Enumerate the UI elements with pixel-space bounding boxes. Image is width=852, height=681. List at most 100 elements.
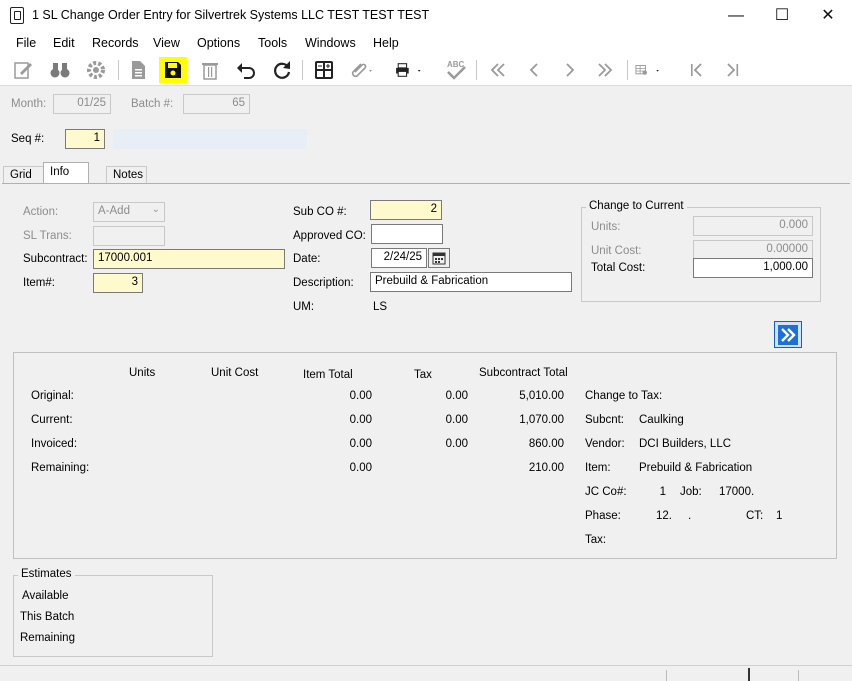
tab-info[interactable]: Info	[43, 162, 89, 184]
tax-header: Tax	[414, 369, 432, 381]
menu-options[interactable]: Options	[197, 36, 240, 50]
edit-icon[interactable]	[9, 57, 37, 83]
vendor-value: DCI Builders, LLC	[639, 438, 732, 450]
month-field[interactable]: 01/25	[53, 94, 111, 114]
expand-button[interactable]	[774, 321, 802, 348]
invoiced-item-total: 0.00	[349, 438, 372, 450]
item-label: Item#:	[23, 277, 55, 289]
total-cost-field[interactable]: 1,000.00	[693, 258, 813, 278]
svg-text:ABC: ABC	[447, 60, 465, 69]
menu-file[interactable]: File	[16, 36, 36, 50]
date-label: Date:	[293, 253, 321, 265]
seq-label: Seq #:	[11, 133, 45, 145]
next-record-icon[interactable]	[556, 57, 584, 83]
description-field[interactable]: Prebuild & Fabrication	[370, 272, 572, 292]
current-label: Current:	[31, 414, 73, 426]
item-total-header: Item Total	[303, 369, 353, 381]
calculator-icon[interactable]	[310, 57, 338, 83]
current-item-total: 0.00	[349, 414, 372, 426]
undo-icon[interactable]	[232, 57, 260, 83]
sub-co-label: Sub CO #:	[293, 206, 347, 218]
close-button[interactable]: ✕	[805, 0, 851, 31]
status-divider	[798, 670, 799, 681]
save-icon[interactable]	[159, 57, 187, 83]
action-select[interactable]: A-Add ⌄	[93, 202, 165, 222]
month-label: Month:	[11, 98, 47, 110]
estimates-remaining: Remaining	[20, 632, 75, 644]
last-record-icon[interactable]	[591, 57, 619, 83]
original-label: Original:	[31, 390, 74, 402]
change-to-tax-title: Change to Tax:	[585, 390, 663, 402]
action-value: A-Add	[98, 205, 130, 217]
chevron-down-icon: ⌄	[151, 204, 160, 215]
tax-label: Tax:	[585, 534, 607, 546]
gear-icon[interactable]	[82, 57, 110, 83]
approved-co-field[interactable]	[371, 224, 443, 244]
remaining-label: Remaining:	[31, 462, 90, 474]
approved-co-label: Approved CO:	[293, 230, 366, 242]
estimates-available: Available	[22, 590, 69, 602]
calendar-icon[interactable]	[428, 248, 450, 268]
tab-grid[interactable]: Grid	[3, 166, 44, 184]
trash-icon[interactable]	[196, 57, 224, 83]
binoculars-icon[interactable]	[46, 57, 74, 83]
item-field[interactable]: 3	[93, 273, 143, 293]
status-bar	[0, 665, 852, 681]
redo-icon[interactable]	[268, 57, 296, 83]
menu-tools[interactable]: Tools	[258, 36, 287, 50]
seq-field[interactable]: 1	[65, 129, 105, 149]
printer-icon[interactable]	[394, 57, 422, 83]
units-field[interactable]: 0.000	[693, 216, 813, 236]
job-value: 17000.	[719, 486, 755, 498]
phase-value: 12. .	[656, 510, 692, 522]
first-record-icon[interactable]	[484, 57, 512, 83]
menu-bar: File Edit Records View Options Tools Win…	[0, 31, 852, 55]
double-chevron-right-icon	[778, 324, 798, 345]
jcco-value: 1	[659, 486, 666, 498]
sub-co-field[interactable]: 2	[370, 200, 442, 220]
status-divider	[748, 668, 750, 681]
invoiced-tax: 0.00	[445, 438, 468, 450]
batch-field[interactable]: 65	[183, 94, 250, 114]
unit-cost-field[interactable]: 0.00000	[693, 240, 813, 260]
tab-notes[interactable]: Notes	[106, 166, 147, 184]
menu-edit[interactable]: Edit	[53, 36, 75, 50]
toolbar-separator	[302, 60, 303, 80]
window-title: 1 SL Change Order Entry for Silvertrek S…	[32, 8, 430, 22]
toolbar-separator	[627, 60, 628, 80]
document-icon[interactable]	[124, 57, 152, 83]
title-bar: 1 SL Change Order Entry for Silvertrek S…	[0, 0, 852, 31]
unit-cost-label: Unit Cost:	[591, 245, 642, 257]
toolbar: ABC	[0, 55, 852, 86]
subcnt-value: Caulking	[639, 414, 684, 426]
status-divider	[666, 670, 667, 681]
um-label: UM:	[293, 301, 315, 313]
original-subcontract-total: 5,010.00	[519, 390, 564, 402]
maximize-button[interactable]: ☐	[759, 0, 805, 31]
spellcheck-icon[interactable]: ABC	[442, 57, 470, 83]
menu-help[interactable]: Help	[373, 36, 399, 50]
jcco-label: JC Co#:	[585, 486, 627, 498]
first-page-icon[interactable]	[683, 57, 711, 83]
app-icon	[10, 7, 24, 24]
minimize-button[interactable]: —	[713, 0, 759, 31]
toolbar-separator	[476, 60, 477, 80]
menu-view[interactable]: View	[153, 36, 180, 50]
batch-label: Batch #:	[131, 98, 174, 110]
remaining-item-total: 0.00	[349, 462, 372, 474]
date-field[interactable]: 2/24/25	[371, 248, 427, 268]
menu-windows[interactable]: Windows	[305, 36, 356, 50]
original-item-total: 0.00	[349, 390, 372, 402]
paperclip-icon[interactable]	[346, 57, 374, 83]
grid-settings-icon[interactable]	[634, 57, 662, 83]
invoiced-subcontract-total: 860.00	[528, 438, 564, 450]
menu-records[interactable]: Records	[92, 36, 139, 50]
previous-record-icon[interactable]	[520, 57, 548, 83]
subcontract-field[interactable]: 17000.001	[93, 249, 285, 269]
sl-trans-field[interactable]	[93, 226, 165, 246]
action-label: Action:	[23, 206, 59, 218]
subcnt-label: Subcnt:	[585, 414, 624, 426]
subcontract-label: Subcontract:	[23, 253, 88, 265]
change-to-current-title: Change to Current	[586, 200, 687, 212]
last-page-icon[interactable]	[718, 57, 746, 83]
